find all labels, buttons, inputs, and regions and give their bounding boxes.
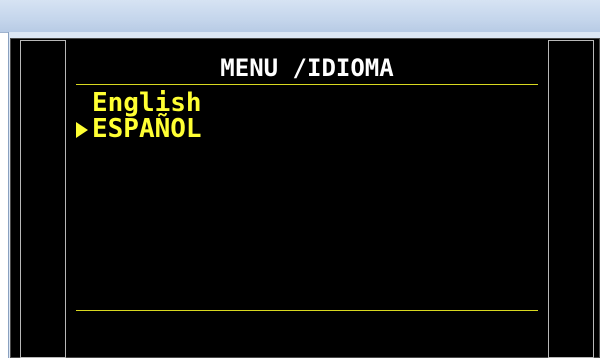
right-softkey-panel[interactable]	[548, 40, 594, 358]
menu-title: MENU /IDIOMA	[220, 54, 394, 82]
window-titlebar	[0, 0, 600, 33]
menu-item-english[interactable]: English	[92, 90, 202, 116]
left-softkey-panel[interactable]	[20, 40, 66, 358]
footer-divider	[76, 310, 538, 311]
selection-cursor-icon	[76, 122, 88, 138]
title-divider	[76, 84, 538, 85]
menu-display: MENU /IDIOMA English ESPAÑOL	[74, 40, 540, 358]
menu-item-espanol[interactable]: ESPAÑOL	[92, 116, 202, 142]
app-window: MENU /IDIOMA English ESPAÑOL	[0, 0, 600, 358]
